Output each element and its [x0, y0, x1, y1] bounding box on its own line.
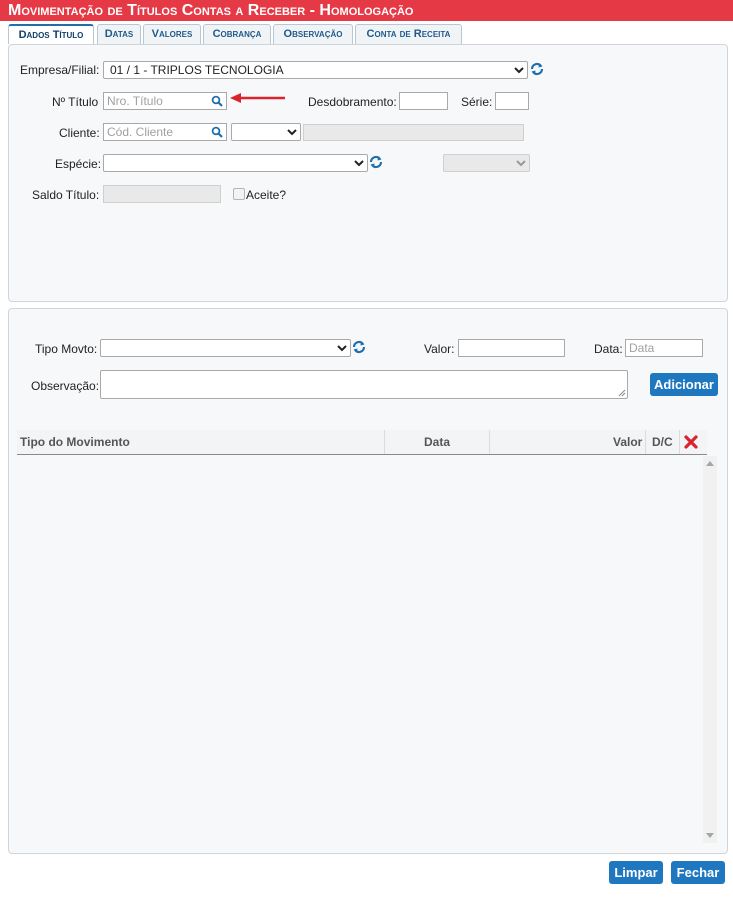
refresh-icon[interactable] — [369, 155, 383, 169]
chevron-down-icon — [287, 129, 297, 136]
desdobramento-label: Desdobramento: — [308, 95, 397, 109]
empresa-label: Empresa/Filial: — [20, 63, 100, 77]
saldo-field — [103, 185, 221, 203]
table-scrollbar[interactable] — [703, 456, 717, 843]
col-tipo-movimento[interactable]: Tipo do Movimento — [20, 430, 130, 454]
titulo-label: Nº Título — [52, 95, 99, 109]
observacao-label: Observação: — [31, 379, 100, 393]
movimento-table-header: Tipo do Movimento Data Valor D/C — [17, 430, 707, 455]
cliente-label: Cliente: — [59, 126, 100, 140]
adicionar-button[interactable]: Adicionar — [650, 373, 718, 396]
saldo-label: Saldo Título: — [32, 188, 100, 202]
tab-cobranca[interactable]: Cobrança — [203, 24, 271, 44]
col-dc[interactable]: D/C — [652, 430, 673, 454]
refresh-icon[interactable] — [530, 62, 544, 76]
tipo-movto-label: Tipo Movto: — [35, 342, 98, 356]
data-label: Data: — [594, 342, 623, 356]
fechar-button[interactable]: Fechar — [671, 861, 725, 884]
aceite-label: Aceite? — [246, 188, 287, 202]
tab-datas[interactable]: Datas — [97, 24, 141, 44]
col-valor[interactable]: Valor — [613, 430, 642, 454]
chevron-down-icon — [337, 345, 347, 352]
tipo-movto-select[interactable] — [100, 339, 351, 357]
serie-input[interactable] — [495, 92, 529, 110]
valor-label: Valor: — [424, 342, 455, 356]
empresa-value: 01 / 1 - TRIPLOS TECNOLOGIA — [110, 63, 284, 77]
desdobramento-input[interactable] — [399, 92, 448, 110]
tab-conta-receita[interactable]: Conta de Receita — [355, 24, 462, 44]
tab-dados-titulo[interactable]: Dados Título — [8, 24, 94, 44]
especie-label: Espécie: — [55, 157, 102, 171]
observacao-textarea[interactable] — [100, 370, 628, 399]
search-icon[interactable] — [211, 126, 223, 138]
valor-input[interactable] — [458, 339, 565, 357]
especie-secondary-select — [443, 154, 530, 172]
tab-valores[interactable]: Valores — [143, 24, 201, 44]
especie-select[interactable] — [103, 154, 368, 172]
chevron-down-icon — [514, 67, 524, 74]
data-input[interactable]: Data — [625, 339, 703, 357]
scroll-down-icon[interactable] — [706, 833, 714, 839]
delete-x-icon[interactable] — [684, 435, 698, 449]
tab-observacao[interactable]: Observação — [273, 24, 353, 44]
col-data[interactable]: Data — [424, 430, 450, 454]
window-title: Movimentação de Títulos Contas a Receber… — [0, 0, 733, 21]
cliente-name-field — [303, 124, 524, 141]
serie-label: Série: — [461, 95, 493, 109]
aceite-checkbox[interactable] — [233, 188, 245, 200]
chevron-down-icon — [354, 160, 364, 167]
titulo-input[interactable]: Nro. Título — [103, 92, 227, 110]
refresh-icon[interactable] — [352, 340, 366, 354]
dados-titulo-panel — [8, 44, 728, 302]
limpar-button[interactable]: Limpar — [609, 861, 663, 884]
chevron-down-icon — [516, 160, 526, 167]
scroll-up-icon[interactable] — [706, 460, 714, 466]
resize-handle-icon[interactable] — [618, 389, 626, 397]
empresa-select[interactable]: 01 / 1 - TRIPLOS TECNOLOGIA — [103, 61, 528, 79]
cliente-type-select[interactable] — [231, 123, 301, 141]
movimento-table-body — [17, 456, 703, 843]
cliente-input[interactable]: Cód. Cliente — [103, 123, 227, 141]
arrow-annotation — [230, 93, 285, 103]
search-icon[interactable] — [211, 95, 223, 107]
